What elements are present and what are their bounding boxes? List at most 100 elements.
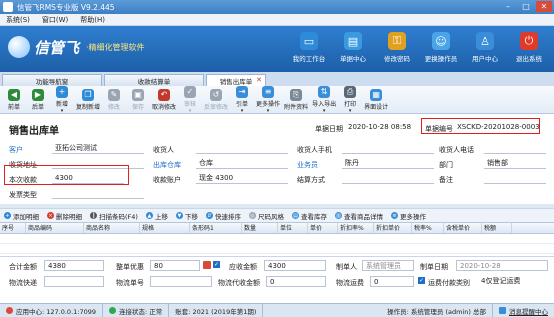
receiver-tel-label: 收货人电话 <box>439 146 474 154</box>
column-header[interactable]: 规格 <box>140 223 190 233</box>
dept-field[interactable]: 销售部 <box>484 158 546 169</box>
grid-barcode-button[interactable]: ║ 扫描条码(F4) <box>90 211 138 221</box>
chevron-down-icon[interactable]: ▾ <box>323 108 326 114</box>
chevron-down-icon[interactable]: ▾ <box>61 108 64 114</box>
close-tab-icon[interactable]: ✕ <box>256 76 262 84</box>
table-row[interactable] <box>0 244 554 254</box>
settle-field[interactable] <box>342 173 434 184</box>
grid-size-style-button[interactable]: ◎ 尺码风格 <box>248 211 284 221</box>
toolbar-approve-button[interactable]: ✓ 审核 ▾ <box>180 85 200 114</box>
column-header[interactable]: 商品编码 <box>26 223 84 233</box>
discount-checkbox[interactable]: ✓ <box>213 261 220 268</box>
column-header[interactable]: 折扣率% <box>338 223 374 233</box>
total-label: 合计金额 <box>9 263 37 271</box>
toolbar-arrow-right-button[interactable]: ▶ 后单 <box>28 88 48 111</box>
date-field[interactable]: 2020-10-28 08:58 <box>345 122 417 133</box>
freight-pay-field[interactable]: 4仅登记运费 <box>478 276 550 287</box>
app-center-text: 应用中心: 127.0.0.1:7099 <box>16 307 96 316</box>
grid-product-detail-button[interactable]: ▥ 查看商品详情 <box>334 211 383 221</box>
tab-navigation[interactable]: 功能导航窗 <box>2 74 102 86</box>
freight-checkbox[interactable]: ✓ <box>418 277 425 284</box>
total-field[interactable]: 4380 <box>44 260 104 271</box>
grid-move-down-button[interactable]: ▼ 下移 <box>175 211 198 221</box>
grid-delete-row-button[interactable]: × 删除明细 <box>47 211 82 221</box>
chevron-down-icon[interactable]: ▾ <box>349 108 352 114</box>
toolbar-copy-button[interactable]: ❐ 复制新增 <box>76 88 101 111</box>
topnav-power[interactable]: ⏻ 退出系统 <box>510 32 548 63</box>
grid-add-row-button[interactable]: + 添加明细 <box>4 211 39 221</box>
column-header[interactable]: 含税单价 <box>444 223 482 233</box>
approve-icon: ✓ <box>184 85 197 98</box>
topnav-key[interactable]: ⚿ 修改密码 <box>378 32 416 63</box>
topnav-label: 我的工作台 <box>292 55 326 63</box>
topnav-desktop[interactable]: ▭ 我的工作台 <box>290 32 328 63</box>
column-header[interactable]: 税率% <box>412 223 444 233</box>
toolbar-undo-button[interactable]: ↶ 取消修改 <box>152 88 176 111</box>
connection-status: 连接状态: 正常 <box>103 303 170 317</box>
column-header[interactable]: 单价 <box>308 223 338 233</box>
salesman-field[interactable]: 陈丹 <box>342 158 434 169</box>
account-field[interactable]: 现金 4300 <box>196 173 288 184</box>
column-header[interactable]: 单位 <box>278 223 308 233</box>
toolbar-more-button[interactable]: ≡ 更多操作 ▾ <box>256 85 280 114</box>
topnav-user-center[interactable]: ♙ 用户中心 <box>466 32 504 63</box>
toolbar-print-button[interactable]: ⎙ 打印 ▾ <box>340 85 360 114</box>
receiver-phone-field[interactable] <box>342 143 434 154</box>
tab-sales-out[interactable]: 销售出库单 ✕ <box>206 74 266 86</box>
menu-system[interactable]: 系统(S) <box>6 15 30 25</box>
column-header[interactable]: 商品名称 <box>84 223 140 233</box>
customer-field[interactable]: 亚拓公司测试 <box>52 143 144 154</box>
message-text: 消息提醒中心 <box>509 307 548 316</box>
receiver-field[interactable] <box>196 143 288 154</box>
totals-panel: 合计金额 4380 整单优惠 80 ✓ 应收金额 4300 制单人 系统管理员 … <box>0 256 554 290</box>
toolbar-arrow-left-button[interactable]: ◀ 前单 <box>4 88 24 111</box>
grid-action-label: 更多操作 <box>399 212 426 221</box>
toolbar-import-order-button[interactable]: ⇥ 引单 ▾ <box>232 85 252 114</box>
toolbar-label: 复制新增 <box>76 103 101 111</box>
logistics-field[interactable] <box>44 276 104 287</box>
cod-field[interactable]: 0 <box>266 276 326 287</box>
column-header[interactable]: 条形码1 <box>190 223 242 233</box>
grid-more-button[interactable]: ≡ 更多操作 <box>390 211 426 221</box>
chevron-down-icon[interactable]: ▾ <box>189 108 192 114</box>
toolbar-save-button[interactable]: ▣ 保存 <box>128 88 148 111</box>
grid-stock-button[interactable]: ▤ 查看库存 <box>291 211 327 221</box>
toolbar-design-button[interactable]: ▦ 界面设计 <box>364 88 388 111</box>
toolbar-attachment-button[interactable]: ⎘ 附件资料 <box>284 88 308 111</box>
chevron-down-icon[interactable]: ▾ <box>267 108 270 114</box>
close-icon[interactable]: ✕ <box>536 1 552 12</box>
menu-window[interactable]: 窗口(W) <box>42 15 68 25</box>
tab-receipt[interactable]: 收款结算单 <box>104 74 204 86</box>
menu-help[interactable]: 帮助(H) <box>80 15 105 25</box>
chevron-down-icon[interactable]: ▾ <box>241 108 244 114</box>
table-row[interactable] <box>0 234 554 244</box>
toolbar-edit-button[interactable]: ✎ 修改 <box>104 88 124 111</box>
brand-name: 信管飞 <box>34 38 80 57</box>
grid-move-up-button[interactable]: ▲ 上移 <box>145 211 168 221</box>
menu-bar: 系统(S) 窗口(W) 帮助(H) <box>0 14 554 26</box>
column-header[interactable]: 税额 <box>482 223 512 233</box>
receiver-tel-field[interactable] <box>484 143 546 154</box>
invoice-type-field[interactable] <box>52 188 144 199</box>
column-header[interactable]: 序号 <box>0 223 26 233</box>
topnav-documents[interactable]: ▤ 单据中心 <box>334 32 372 63</box>
tracking-field[interactable] <box>150 276 212 287</box>
column-header[interactable]: 折扣单价 <box>374 223 412 233</box>
grid-sort-button[interactable]: ⇵ 快速排序 <box>205 211 241 221</box>
receivable-field[interactable]: 4300 <box>264 260 326 271</box>
message-center[interactable]: 消息提醒中心 <box>493 304 554 317</box>
minimize-icon[interactable]: – <box>500 1 516 12</box>
discount-field[interactable]: 80 <box>150 260 200 271</box>
operator-status: 操作员: 系统管理员 (admin) 总部 <box>381 303 493 317</box>
remark-field[interactable] <box>484 173 546 184</box>
warehouse-field[interactable]: 仓库 <box>196 158 288 169</box>
toolbar-unapprove-button[interactable]: ↺ 反审修改 <box>204 88 228 111</box>
toolbar-add-button[interactable]: + 新增 ▾ <box>52 85 72 114</box>
topnav-users[interactable]: ☺ 更换操作员 <box>422 32 460 63</box>
column-header[interactable]: 数量 <box>242 223 278 233</box>
maximize-icon[interactable]: □ <box>518 1 534 12</box>
calc-icon[interactable] <box>203 261 211 269</box>
settle-label: 结算方式 <box>297 176 325 184</box>
toolbar-import-export-button[interactable]: ⇅ 导入导出 ▾ <box>312 85 336 114</box>
freight-field[interactable]: 0 <box>370 276 414 287</box>
